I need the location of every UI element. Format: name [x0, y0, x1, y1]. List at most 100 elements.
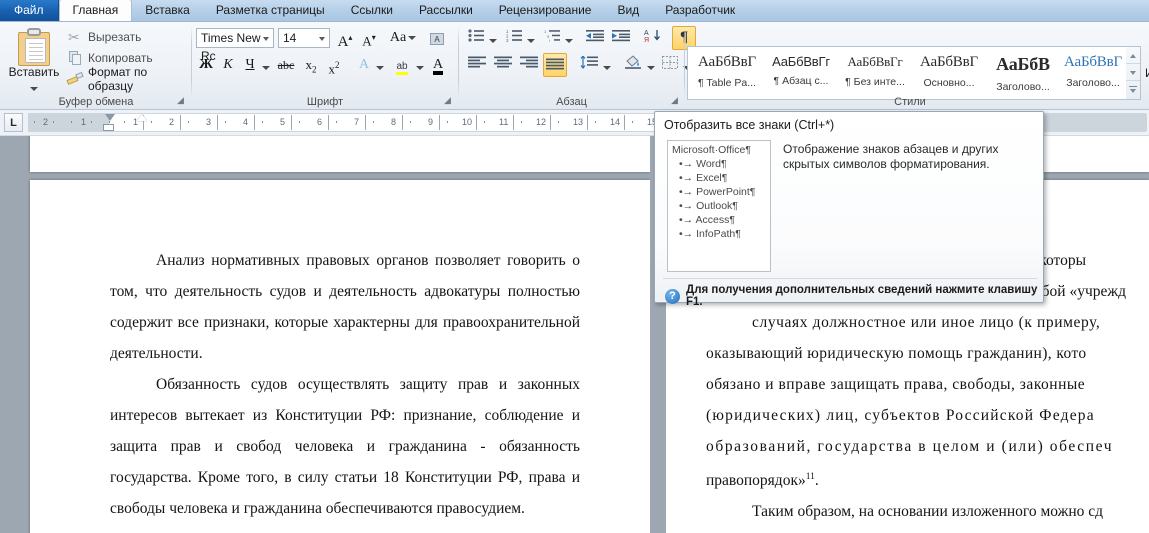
left-indent-marker[interactable] — [103, 124, 114, 131]
shrink-font-button[interactable]: A▾ — [358, 27, 380, 49]
borders-button[interactable] — [659, 54, 681, 76]
paragraph-dialog-launcher[interactable]: ◢ — [669, 95, 680, 106]
page-left[interactable]: Анализ нормативных правовых органов позв… — [30, 180, 650, 533]
sort-button[interactable]: AЯ — [641, 27, 665, 49]
superscript-button[interactable]: x2 — [323, 54, 345, 76]
bullets-button[interactable] — [465, 27, 487, 49]
line-spacing-button[interactable] — [577, 54, 601, 76]
paragraph-2: Обязанность судов осуществлять защиту пр… — [110, 376, 580, 517]
style-name: ¶ Table Pa... — [698, 77, 756, 89]
justify-icon — [546, 58, 564, 70]
clipboard-icon — [16, 28, 52, 66]
tab-stop-selector[interactable]: L — [4, 113, 23, 132]
styles-scroll-up-button[interactable] — [1126, 47, 1140, 64]
align-left-icon — [468, 56, 486, 68]
decrease-indent-button[interactable] — [583, 27, 607, 49]
svg-text:i: i — [549, 38, 550, 42]
increase-indent-icon — [612, 30, 630, 42]
multilevel-list-button[interactable]: 1ai — [541, 27, 563, 49]
change-styles-button[interactable]: И — [1145, 66, 1149, 80]
align-left-button[interactable] — [465, 54, 489, 76]
tab-references[interactable]: Ссылки — [338, 0, 406, 21]
shading-button[interactable] — [621, 54, 645, 76]
font-name-combo[interactable]: Times New Rc — [196, 28, 274, 63]
tab-review[interactable]: Рецензирование — [486, 0, 605, 21]
shading-dropdown[interactable] — [645, 56, 656, 78]
right-line-8-text: правопорядок» — [706, 472, 806, 490]
svg-text:A: A — [644, 30, 649, 37]
align-center-button[interactable] — [491, 54, 515, 76]
right-line-10: в систему правоохранительных органов вкл… — [706, 527, 1149, 533]
style-item-5[interactable]: АаБбВвГ Заголово... — [1056, 47, 1126, 99]
multilevel-list-dropdown[interactable] — [563, 29, 574, 51]
styles-scroll-down-button[interactable] — [1126, 64, 1140, 81]
page-left-body[interactable]: Анализ нормативных правовых органов позв… — [110, 245, 580, 533]
chevron-down-icon[interactable] — [30, 86, 38, 91]
bullets-dropdown[interactable] — [487, 29, 498, 51]
style-name: Основно... — [923, 77, 975, 89]
numbering-button[interactable]: 123 — [503, 27, 525, 49]
bullet-list-icon — [468, 29, 484, 42]
clear-formatting-button[interactable]: A — [424, 27, 450, 49]
style-item-4[interactable]: АаБбВ Заголово... — [986, 47, 1060, 99]
styles-gallery[interactable]: АаБбВвГ ¶ Table Pa... АаБбВвГг ¶ Абзац с… — [687, 46, 1127, 100]
tab-view[interactable]: Вид — [604, 0, 652, 21]
text-effects-dropdown[interactable] — [374, 56, 385, 78]
tooltip-sample-item-5: •→ InfoPath¶ — [679, 228, 741, 240]
font-color-button[interactable]: A — [428, 54, 448, 76]
style-item-1[interactable]: АаБбВвГг ¶ Абзац с... — [764, 47, 838, 99]
tab-file[interactable]: Файл — [0, 0, 59, 21]
font-dialog-launcher[interactable]: ◢ — [442, 95, 453, 106]
paintbrush-icon — [66, 70, 84, 88]
highlight-dropdown[interactable] — [414, 56, 425, 78]
eraser-icon: A — [430, 33, 444, 45]
tab-mailings[interactable]: Рассылки — [406, 0, 486, 21]
underline-button[interactable]: Ч — [240, 54, 260, 76]
cut-label: Вырезать — [88, 30, 142, 44]
paste-button[interactable]: Вставить — [6, 26, 62, 94]
format-painter-button[interactable]: Формат по образцу — [64, 65, 192, 93]
right-line-8: правопорядок»11. — [706, 472, 819, 490]
strikethrough-label: abc — [277, 58, 295, 72]
numbering-dropdown[interactable] — [525, 29, 536, 51]
style-item-3[interactable]: АаБбВвГ Основно... — [912, 47, 986, 99]
first-line-indent-marker[interactable] — [105, 114, 115, 121]
bold-button[interactable]: Ж — [196, 54, 216, 76]
style-item-2[interactable]: АаБбВвГг ¶ Без инте... — [838, 47, 912, 99]
text-effects-button[interactable]: A — [354, 54, 374, 76]
copy-label: Копировать — [88, 51, 153, 65]
group-label-font: Шрифт — [306, 96, 344, 108]
style-preview: АаБбВ — [996, 54, 1050, 74]
line-spacing-dropdown[interactable] — [601, 56, 612, 78]
tooltip-description: Отображение знаков абзацев и других скры… — [783, 142, 999, 171]
tooltip-sample-item-1: •→ Excel¶ — [679, 172, 728, 184]
page-previous-left[interactable] — [30, 136, 650, 172]
grow-font-button[interactable]: A▴ — [334, 27, 356, 50]
change-case-button[interactable]: Aa — [388, 27, 418, 49]
subscript-button[interactable]: x2 — [300, 54, 322, 76]
tab-home[interactable]: Главная — [58, 0, 133, 21]
styles-gallery-scroll[interactable] — [1126, 46, 1141, 100]
justify-button[interactable] — [543, 53, 567, 77]
tab-page-layout[interactable]: Разметка страницы — [203, 0, 338, 21]
style-preview: АаБбВвГ — [1064, 54, 1122, 70]
tooltip-sample-image: Microsoft·Office¶ •→ Word¶ •→ Excel¶ •→ … — [667, 140, 771, 272]
align-right-button[interactable] — [517, 54, 541, 76]
clipboard-dialog-launcher[interactable]: ◢ — [175, 95, 186, 106]
grow-font-label: A — [337, 34, 349, 50]
svg-text:3: 3 — [506, 38, 509, 42]
underline-dropdown[interactable] — [260, 56, 271, 78]
highlight-button[interactable]: ab — [390, 54, 414, 76]
tab-insert[interactable]: Вставка — [132, 0, 203, 21]
tab-developer[interactable]: Разработчик — [652, 0, 748, 21]
strikethrough-button[interactable]: abc — [274, 54, 298, 76]
hanging-indent-marker[interactable] — [137, 114, 147, 121]
cut-button[interactable]: Вырезать — [64, 27, 141, 47]
font-size-combo[interactable]: 14 — [278, 28, 330, 48]
ribbon: Вставить Вырезать Копировать Формат по о… — [0, 22, 1149, 110]
increase-indent-button[interactable] — [609, 27, 633, 49]
italic-button[interactable]: К — [218, 54, 238, 76]
highlighter-icon: ab — [396, 61, 408, 75]
style-item-0[interactable]: АаБбВвГ ¶ Table Pa... — [690, 47, 764, 99]
style-name: Заголово... — [996, 81, 1050, 93]
